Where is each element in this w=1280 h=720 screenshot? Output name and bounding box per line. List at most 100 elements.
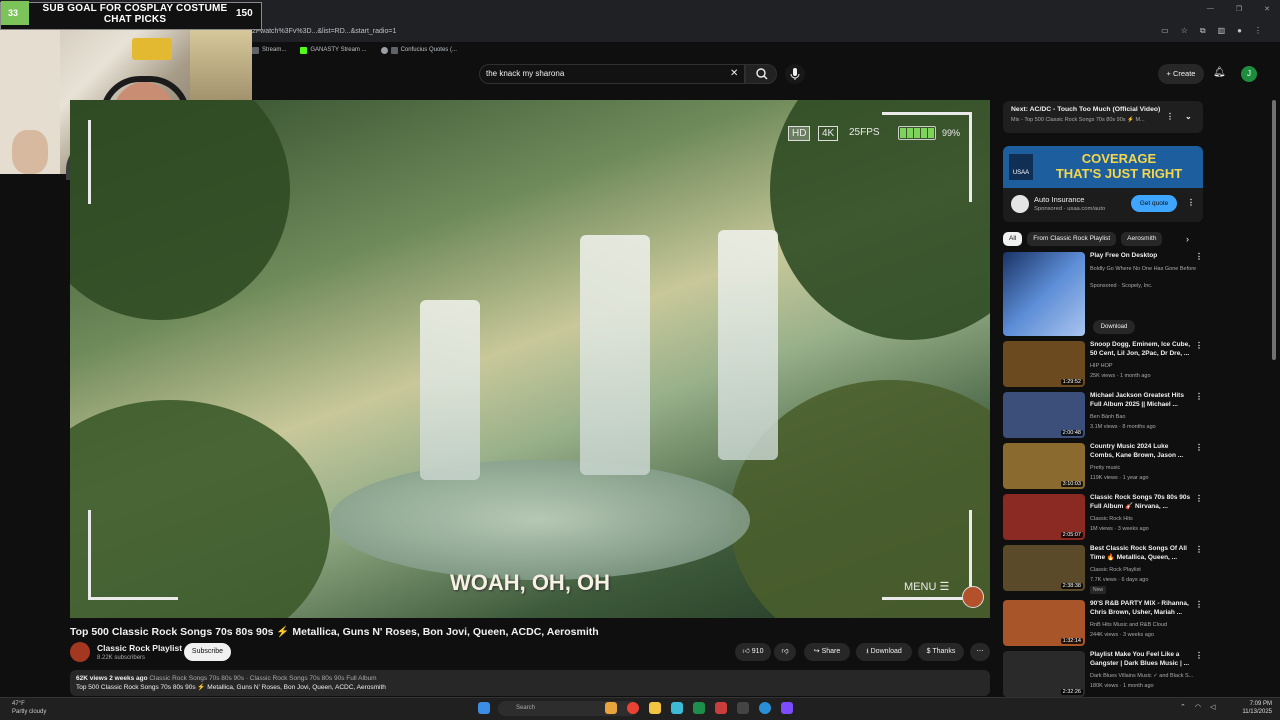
rec-title[interactable]: Michael Jackson Greatest Hits Full Album… [1090,392,1194,409]
rec-title[interactable]: Snoop Dogg, Eminem, Ice Cube, 50 Cent, L… [1090,341,1194,358]
video-thumbnail[interactable]: 2:32:26 [1003,651,1085,697]
video-thumbnail[interactable]: 2:38:38 [1003,545,1085,591]
rec-channel[interactable]: Ben Bánh Bao [1090,414,1125,420]
rec-channel[interactable]: HIP HOP [1090,363,1113,369]
excel-icon[interactable] [693,702,705,714]
volume-icon[interactable]: ◁ [1210,703,1215,711]
bookmark-item[interactable]: Confucius Quotes (... [380,44,457,56]
file-explorer-icon[interactable] [605,702,617,714]
extensions-icon[interactable]: ⧉ [1200,26,1206,36]
rec-channel[interactable]: Pretty music [1090,465,1120,471]
taskbar-clock[interactable]: 7:09 PM 11/13/2025 [1232,700,1272,716]
scrollbar[interactable] [1272,100,1276,360]
recommendation-item[interactable]: 2:00:48 Michael Jackson Greatest Hits Fu… [1003,392,1203,440]
chevron-right-icon[interactable]: › [1186,234,1189,244]
video-thumbnail[interactable]: 3:10:03 [1003,443,1085,489]
windows-start-icon[interactable] [478,702,490,714]
app-icon[interactable] [671,702,683,714]
weather-widget[interactable]: 47°F Partly cloudy [12,700,46,716]
video-thumbnail[interactable]: 1:29:52 [1003,341,1085,387]
video-thumbnail[interactable]: 2:00:48 [1003,392,1085,438]
download-button[interactable]: ⭳ Download [856,643,912,661]
description-tags[interactable]: Classic Rock Songs 70s 80s 90s · Classic… [149,675,376,682]
kebab-menu-icon[interactable]: ⋮ [1195,252,1203,261]
channel-name[interactable]: Classic Rock Playlist [97,643,182,653]
kebab-menu-icon[interactable]: ⋮ [1195,545,1203,554]
profile-icon[interactable]: ● [1237,26,1242,36]
share-button[interactable]: ↪ Share [804,643,850,661]
system-tray: ⌃ ◠ ◁ [1180,703,1215,711]
like-button[interactable]: 👍︎ 910 [735,643,771,661]
dislike-button[interactable]: 👎︎ [774,643,796,661]
search-button[interactable] [745,64,777,84]
recommendation-sponsored[interactable]: Play Free On Desktop Boldly Go Where No … [1003,252,1203,338]
kebab-menu-icon[interactable]: ⋮ [1166,112,1174,121]
search-input[interactable]: the knack my sharona [479,64,745,84]
chip-from-channel[interactable]: From Classic Rock Playlist [1027,232,1117,246]
video-thumbnail[interactable]: 1:32:14 [1003,600,1085,646]
account-avatar[interactable]: J [1241,66,1257,82]
create-button[interactable]: + Create [1158,64,1204,84]
rec-title[interactable]: Playlist Make You Feel Like a Gangster |… [1090,651,1194,668]
rec-title[interactable]: Classic Rock Songs 70s 80s 90s Full Albu… [1090,494,1194,511]
recommendation-item[interactable]: 2:05:07 Classic Rock Songs 70s 80s 90s F… [1003,494,1203,542]
rec-title[interactable]: Play Free On Desktop [1090,252,1194,261]
voice-search-button[interactable] [785,64,805,84]
clear-search-icon[interactable]: ✕ [730,68,738,79]
bookmark-item[interactable]: GANASTY Stream ... [300,44,367,56]
edge-icon[interactable] [759,702,771,714]
chevron-up-icon[interactable]: ⌃ [1180,703,1186,711]
folder-icon[interactable] [649,702,661,714]
recommendation-item[interactable]: 1:32:14 90'S R&B PARTY MIX - Rihanna, Ch… [1003,600,1203,648]
rec-title[interactable]: 90'S R&B PARTY MIX - Rihanna, Chris Brow… [1090,600,1194,617]
more-actions-button[interactable]: ⋯ [970,643,990,661]
video-thumbnail[interactable]: 2:05:07 [1003,494,1085,540]
bookmark-star-icon[interactable]: ☆ [1181,26,1188,36]
bookmark-item[interactable]: Stream... [252,44,286,56]
cast-icon[interactable]: ▭ [1161,26,1169,36]
get-quote-button[interactable]: Get quote [1131,195,1177,212]
close-icon[interactable]: ✕ [1264,5,1270,13]
rec-title[interactable]: Best Classic Rock Songs Of All Time 🔥 Me… [1090,545,1194,562]
recommendation-item[interactable]: 1:29:52 Snoop Dogg, Eminem, Ice Cube, 50… [1003,341,1203,389]
wifi-icon[interactable]: ◠ [1195,703,1201,711]
address-bar[interactable]: 2Fwatch%3Fv%3D...&list=RD...&start_radio… [252,25,1132,39]
kebab-menu-icon[interactable]: ⋮ [1195,443,1203,452]
minimize-icon[interactable]: — [1207,5,1214,13]
description-text: Top 500 Classic Rock Songs 70s 80s 90s ⚡… [76,684,386,691]
rec-title[interactable]: Country Music 2024 Luke Combs, Kane Brow… [1090,443,1194,460]
chip-all[interactable]: All [1003,232,1023,246]
chip-aerosmith[interactable]: Aerosmith [1121,232,1163,246]
ad-card[interactable]: USAA COVERAGE THAT'S JUST RIGHT Auto Ins… [1003,146,1203,222]
kebab-menu-icon[interactable]: ⋮ [1195,494,1203,503]
chrome-icon[interactable] [627,702,639,714]
sidebar-icon[interactable]: ▥ [1218,26,1226,36]
kebab-menu-icon[interactable]: ⋮ [1195,600,1203,609]
channel-watermark-logo[interactable] [962,586,984,608]
rec-channel[interactable]: RnB Hits Music and R&B Cloud [1090,622,1167,628]
app-icon[interactable] [737,702,749,714]
app-icon[interactable] [781,702,793,714]
video-player[interactable]: HD 4K 25FPS 99% WOAH, OH, OH MENU ☰ [70,100,990,618]
recommendation-item[interactable]: 2:32:26 Playlist Make You Feel Like a Ga… [1003,651,1203,697]
kebab-menu-icon[interactable]: ⋮ [1195,651,1203,660]
app-icon[interactable] [715,702,727,714]
subscribe-button[interactable]: Subscribe [184,643,231,661]
kebab-menu-icon[interactable]: ⋮ [1195,392,1203,401]
kebab-menu-icon[interactable]: ⋮ [1195,341,1203,350]
restore-icon[interactable]: ❐ [1236,5,1242,13]
rec-channel[interactable]: Dark Blues Villains Music ✓ and Black S.… [1090,673,1200,679]
thanks-button[interactable]: $ Thanks [918,643,964,661]
rec-download-button[interactable]: Download [1093,320,1135,334]
recommendation-item[interactable]: 3:10:03 Country Music 2024 Luke Combs, K… [1003,443,1203,491]
description-box[interactable]: 62K views 2 weeks ago Classic Rock Songs… [70,670,990,696]
rec-channel[interactable]: Classic Rock Playlist [1090,567,1141,573]
kebab-menu-icon[interactable]: ⋮ [1187,198,1195,207]
recommendation-item[interactable]: 2:38:38 Best Classic Rock Songs Of All T… [1003,545,1203,594]
video-thumbnail[interactable] [1003,252,1085,336]
rec-channel[interactable]: Classic Rock Hits [1090,516,1133,522]
chevron-down-icon[interactable]: ⌄ [1185,112,1192,121]
channel-avatar[interactable] [70,642,90,662]
notifications-bell-icon[interactable]: 🔔︎ [1213,67,1226,78]
kebab-menu-icon[interactable]: ⋮ [1254,26,1262,36]
